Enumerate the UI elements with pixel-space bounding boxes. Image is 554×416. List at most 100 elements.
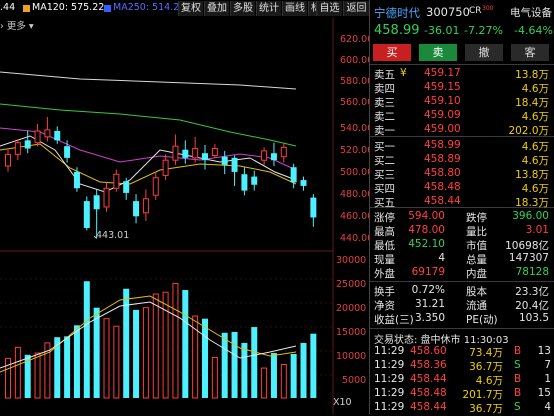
client-button[interactable]: 客 (511, 44, 549, 61)
sector-name[interactable]: 电气设备 (510, 5, 552, 20)
kline-chart[interactable] (0, 0, 369, 414)
tick-count: 7 (544, 359, 551, 371)
buy-button[interactable]: 买 (373, 44, 411, 61)
stat-key: 量比 (466, 226, 487, 238)
ask-label: 卖二 (374, 111, 395, 123)
caret-down-icon: ▾ (28, 21, 34, 32)
tick-price: 458.48 (410, 387, 447, 399)
bid-row[interactable]: 买四 458.48 4.6万 (370, 181, 554, 195)
volume-bar (14, 346, 21, 399)
tool-back-button[interactable]: 返回 (343, 1, 369, 16)
bid-volume: 4.6万 (521, 183, 549, 195)
more-menu[interactable]: › 更多 ▾ (0, 18, 34, 32)
ask-row[interactable]: 卖二 459.09 4.6万 (370, 109, 554, 123)
stock-name[interactable]: 宁德时代 (374, 5, 420, 21)
volume-unit-label: X10 (333, 397, 352, 408)
ask-label: 卖三 (374, 97, 395, 109)
volume-bar (83, 281, 90, 398)
stats-row: 现量 4 总量 147307 (370, 252, 554, 266)
min-price-label: 443.01 (96, 230, 130, 241)
stat-value: 396.00 (512, 210, 549, 222)
tick-time: 11:29 (374, 387, 405, 399)
sell-button[interactable]: 卖 (419, 44, 457, 61)
stat-value: 23.3亿 (515, 286, 549, 298)
bid-row[interactable]: 买一 458.99 4.6万 (370, 139, 554, 153)
tick-volume: 73.4万 (469, 347, 503, 359)
stat-key: 收益(三) (374, 314, 414, 326)
candle-body (34, 130, 41, 144)
stat-key: 市值 (466, 240, 487, 252)
tool-adjust-button[interactable]: 复权 (178, 1, 203, 16)
tick-price: 458.44 (410, 401, 447, 413)
stock-tag: CR (469, 6, 482, 16)
volume-tick: 5000 (342, 375, 367, 386)
volume-bar (152, 293, 159, 399)
candle-body (5, 153, 11, 167)
ask-row[interactable]: 卖五 ¥459.17 13.8万 (370, 67, 554, 81)
fundamentals-row: 换手 0.72% 股本 23.3亿 (370, 284, 554, 298)
tick-time: 11:29 (374, 401, 405, 413)
tool-multistock-button[interactable]: 多股 (230, 1, 255, 16)
volume-bar (221, 332, 228, 398)
volume-bar (93, 307, 100, 398)
chart-toolbar: .44 MA120: 575.22 MA250: 514.28 复权 叠加 多股… (0, 0, 369, 17)
stat-value: 478.00 (408, 224, 445, 236)
ma250-label: MA250: 514.28 (113, 2, 186, 13)
volume-tick: 20000 (336, 303, 367, 314)
cancel-order-button[interactable]: 撤 (465, 44, 503, 61)
tick-row: 11:29 458.44 36.7万 S 4 (370, 401, 554, 415)
volume-tick: 30000 (336, 255, 367, 266)
sector-change-pct: -4.64% (514, 24, 553, 37)
volume-bar (261, 367, 268, 399)
candle-body (211, 148, 218, 157)
volume-bar (73, 325, 80, 398)
tick-count: 15 (537, 387, 551, 399)
ask-row[interactable]: 卖三 459.10 18.4万 (370, 95, 554, 109)
candle-body (152, 177, 159, 196)
ask-volume: 202.0万 (508, 125, 549, 137)
candle-body (24, 140, 31, 149)
tool-watchlist-button[interactable]: 自选 (316, 1, 342, 16)
ma120-line (0, 71, 297, 90)
candle-body (300, 180, 307, 186)
stats-row: 外盘 69179 内盘 78128 (370, 266, 554, 280)
bid-volume: 13.8万 (515, 169, 549, 181)
tick-side: B (514, 373, 522, 385)
stat-value: 69179 (411, 266, 445, 278)
volume-bar (310, 333, 317, 398)
stat-key: 最低 (374, 240, 395, 252)
ask-row[interactable]: 卖四 459.15 4.6万 (370, 81, 554, 95)
stat-key: 净资 (374, 300, 395, 312)
volume-bar (172, 282, 179, 399)
volume-bar (202, 318, 208, 398)
tick-time: 11:29 (374, 359, 405, 371)
tick-volume: 4.6万 (475, 375, 503, 387)
tick-side: S (514, 401, 521, 413)
stock-terminal: .44 MA120: 575.22 MA250: 514.28 复权 叠加 多股… (0, 0, 554, 415)
candle-body (142, 198, 149, 214)
tick-time: 11:29 (374, 345, 405, 357)
stat-value: 3.350 (414, 312, 445, 324)
tool-stats-button[interactable]: 统计 (256, 1, 281, 16)
ask-volume: 18.4万 (515, 97, 549, 109)
stat-value: 3.01 (525, 224, 549, 236)
ask-row[interactable]: 卖一 459.00 202.0万 (370, 123, 554, 137)
stat-value: 10698亿 (505, 240, 549, 252)
tick-volume: 36.7万 (469, 361, 503, 373)
tool-overlay-button[interactable]: 叠加 (204, 1, 229, 16)
volume-bar (270, 353, 277, 398)
volume-bar (113, 325, 120, 399)
candle-body (133, 201, 140, 217)
bid-price: 458.80 (424, 167, 461, 179)
candle-body (241, 174, 248, 191)
candle-body (270, 153, 277, 161)
bid-row[interactable]: 买二 458.89 4.6万 (370, 153, 554, 167)
bid-row[interactable]: 买三 458.80 13.8万 (370, 167, 554, 181)
stat-key: 流通 (466, 300, 487, 312)
tick-row: 11:29 458.36 36.7万 S 7 (370, 359, 554, 373)
bid-price: 458.48 (424, 181, 461, 193)
bid-volume: 4.6万 (521, 141, 549, 153)
tool-draw-button[interactable]: 画线 (282, 1, 307, 16)
bid-label: 买一 (374, 141, 395, 153)
bid-row[interactable]: 买五 458.44 18.3万 (370, 195, 554, 209)
